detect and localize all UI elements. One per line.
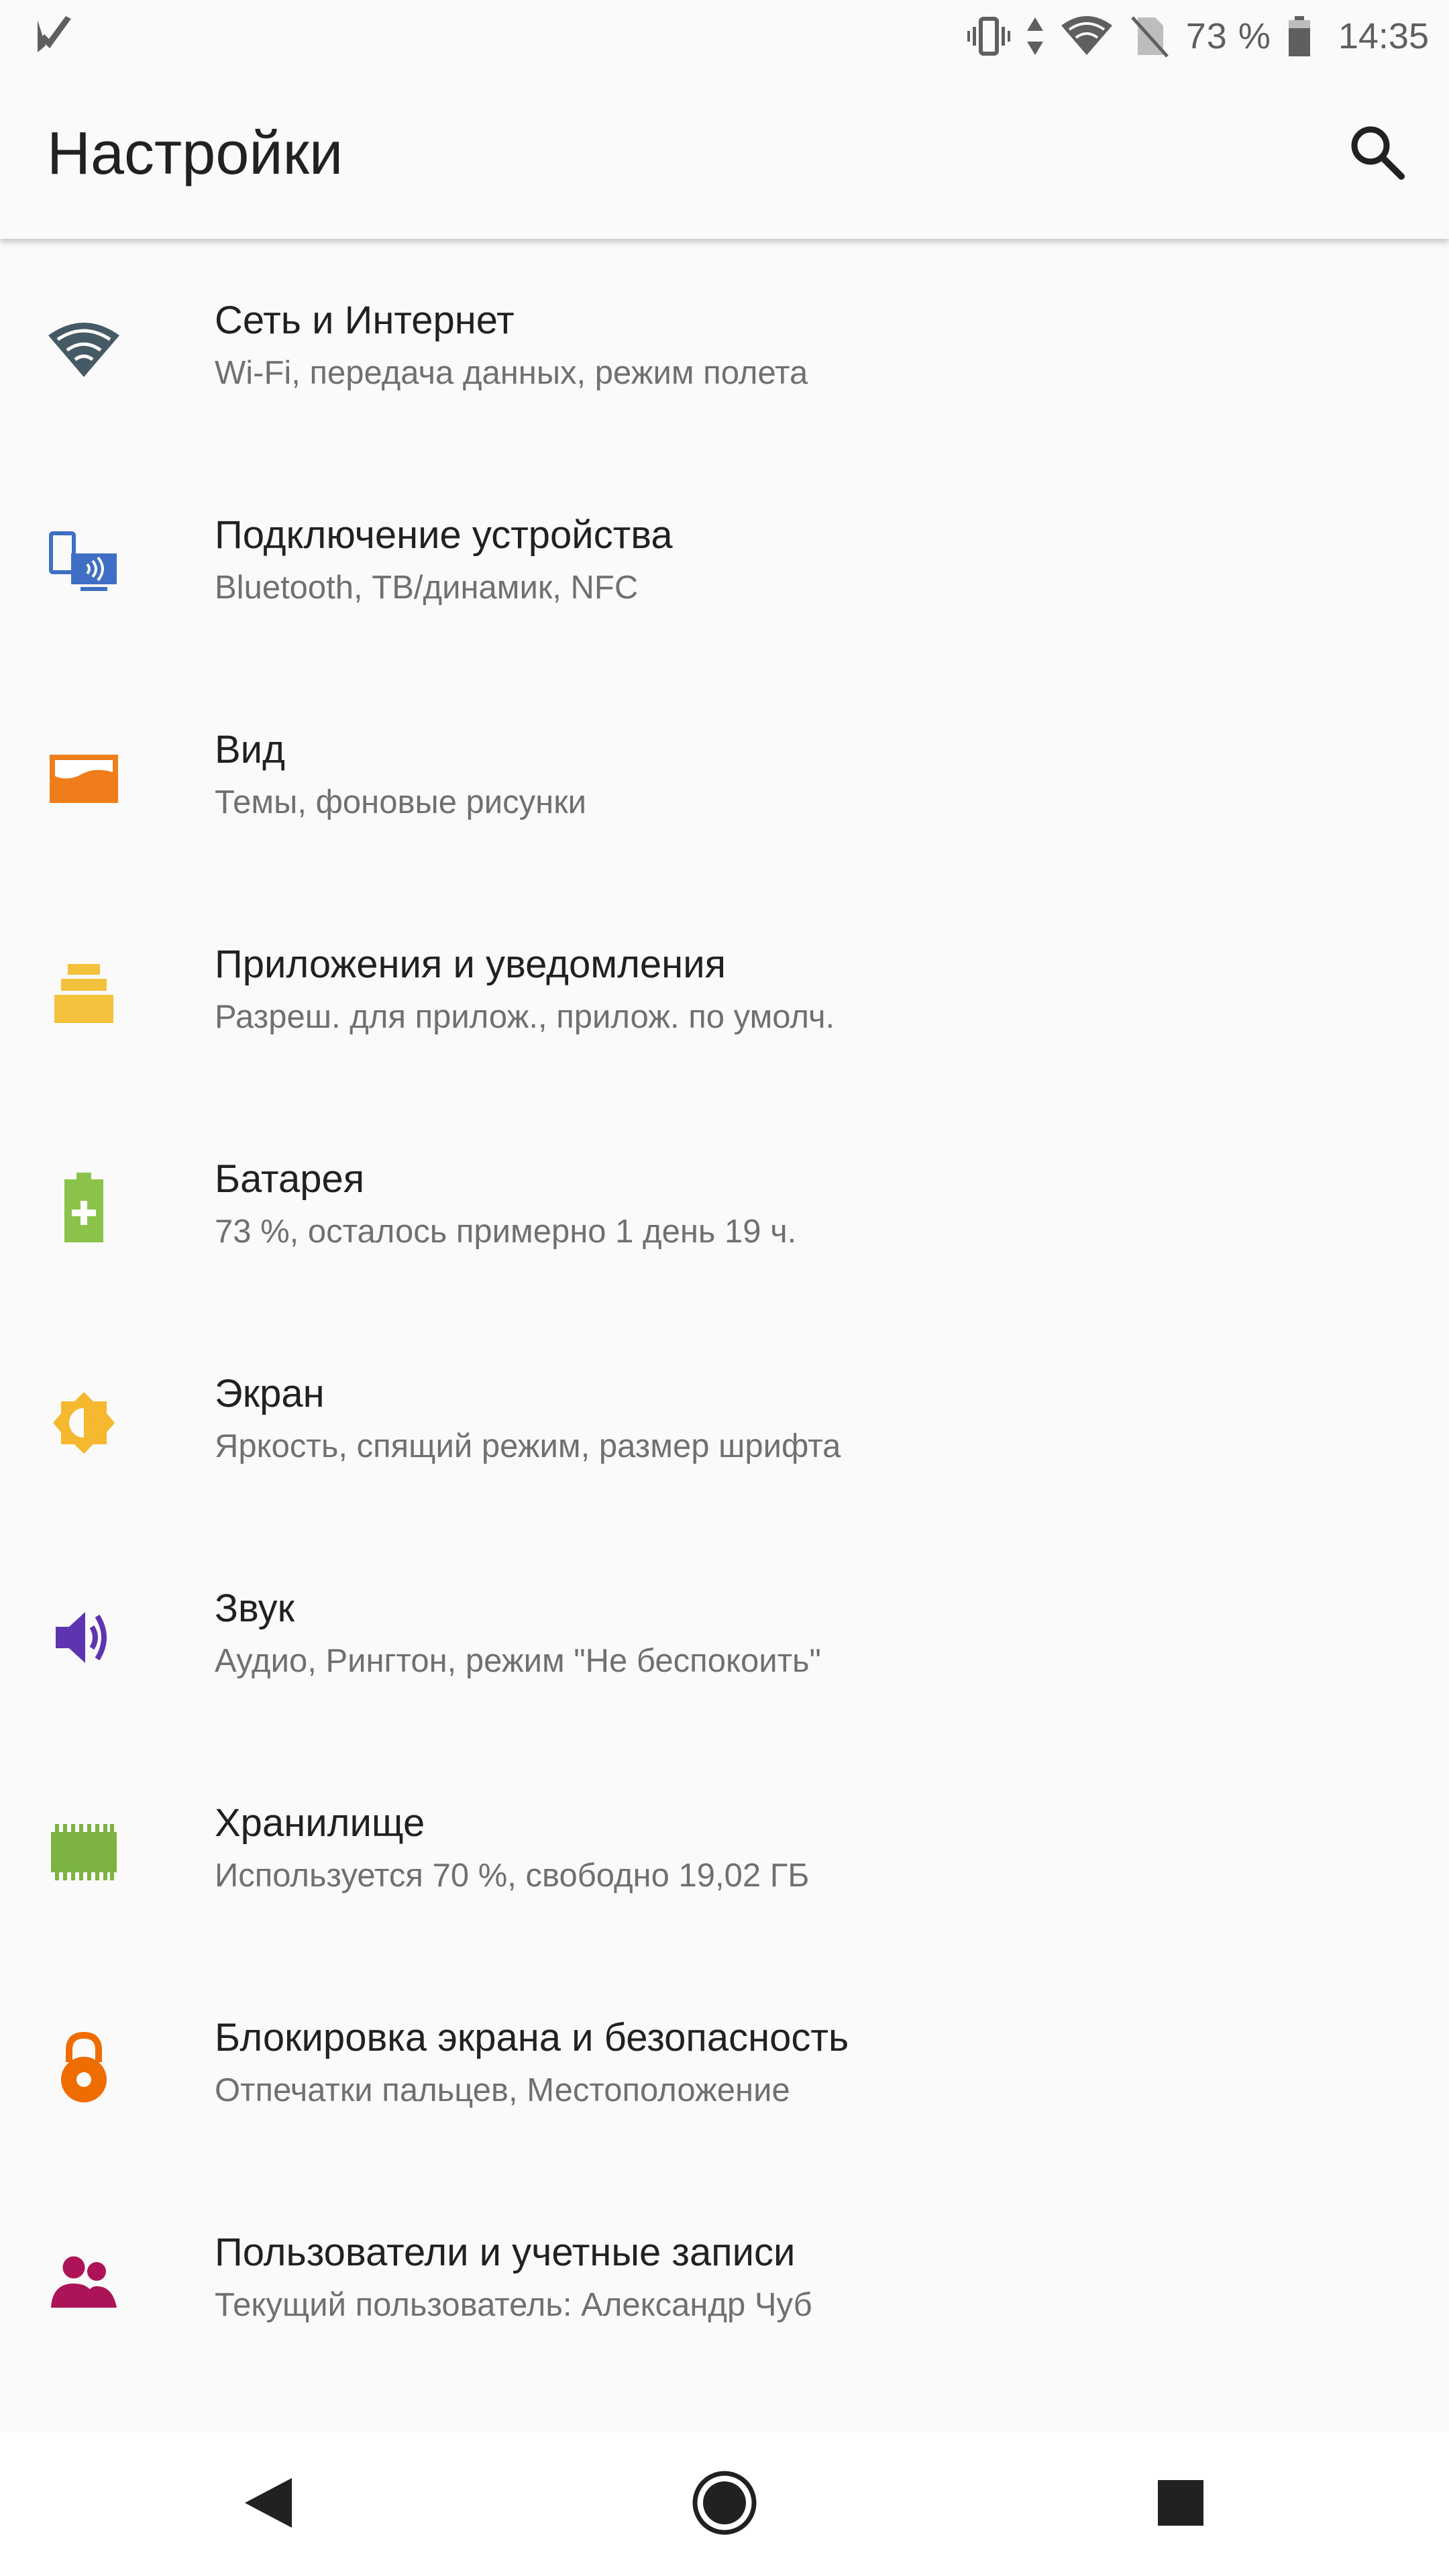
setting-display-style[interactable]: Вид Темы, фоновые рисунки	[0, 668, 1449, 883]
back-icon	[238, 2473, 299, 2536]
page-title: Настройки	[47, 120, 343, 187]
setting-title: Хранилище	[215, 1801, 425, 1845]
notification-app-icon	[32, 15, 75, 58]
recents-icon	[1154, 2476, 1208, 2533]
setting-title: Сеть и Интернет	[215, 299, 515, 342]
setting-subtitle: 73 %, осталось примерно 1 день 19 ч.	[215, 1214, 797, 1250]
battery-icon	[1286, 15, 1313, 58]
no-sim-icon	[1128, 15, 1171, 58]
setting-subtitle: Bluetooth, ТВ/динамик, NFC	[215, 570, 639, 606]
search-button[interactable]	[1336, 113, 1417, 193]
setting-connected-devices[interactable]: Подключение устройства Bluetooth, ТВ/дин…	[0, 453, 1449, 668]
setting-sound[interactable]: Звук Аудио, Рингтон, режим "Не беспокоит…	[0, 1527, 1449, 1741]
battery-percent: 73 %	[1185, 16, 1271, 56]
setting-title: Звук	[215, 1587, 294, 1630]
navigation-bar	[0, 2432, 1449, 2576]
status-icons: 73 % 14:35	[967, 0, 1429, 72]
setting-storage[interactable]: Хранилище Используется 70 %, свободно 19…	[0, 1741, 1449, 1956]
setting-subtitle: Темы, фоновые рисунки	[215, 784, 587, 820]
users-icon	[47, 2245, 121, 2318]
setting-title: Экран	[215, 1372, 325, 1415]
memory-chip-icon	[47, 1815, 121, 1889]
home-button[interactable]	[678, 2457, 771, 2551]
setting-title: Приложения и уведомления	[215, 943, 727, 986]
search-icon	[1346, 121, 1407, 185]
clock: 14:35	[1338, 16, 1429, 56]
lock-icon	[47, 2030, 121, 2104]
status-bar: 73 % 14:35	[0, 0, 1449, 72]
data-arrows-icon	[1025, 15, 1045, 58]
setting-subtitle: Текущий пользователь: Александр Чуб	[215, 2287, 812, 2323]
setting-title: Пользователи и учетные записи	[215, 2231, 796, 2274]
setting-network[interactable]: Сеть и Интернет Wi-Fi, передача данных, …	[0, 239, 1449, 453]
wifi-icon	[1060, 15, 1114, 58]
recents-button[interactable]	[1134, 2457, 1228, 2551]
setting-title: Батарея	[215, 1157, 365, 1201]
vibrate-icon	[967, 15, 1010, 58]
settings-list: Сеть и Интернет Wi-Fi, передача данных, …	[0, 239, 1449, 2385]
setting-subtitle: Разреш. для прилож., прилож. по умолч.	[215, 999, 835, 1035]
setting-subtitle: Отпечатки пальцев, Местоположение	[215, 2072, 790, 2108]
back-button[interactable]	[221, 2457, 315, 2551]
setting-subtitle: Используется 70 %, свободно 19,02 ГБ	[215, 1858, 810, 1894]
brightness-icon	[47, 1386, 121, 1460]
wifi-icon	[47, 313, 121, 386]
home-icon	[691, 2469, 758, 2540]
setting-users[interactable]: Пользователи и учетные записи Текущий по…	[0, 2171, 1449, 2385]
setting-subtitle: Яркость, спящий режим, размер шрифта	[215, 1428, 841, 1464]
app-bar: Настройки	[0, 72, 1449, 239]
setting-title: Вид	[215, 728, 285, 771]
setting-screen[interactable]: Экран Яркость, спящий режим, размер шриф…	[0, 1312, 1449, 1527]
setting-subtitle: Wi-Fi, передача данных, режим полета	[215, 355, 808, 391]
speaker-icon	[47, 1601, 121, 1674]
connected-devices-icon	[47, 527, 121, 601]
setting-apps[interactable]: Приложения и уведомления Разреш. для при…	[0, 883, 1449, 1097]
setting-title: Блокировка экрана и безопасность	[215, 2016, 849, 2059]
apps-stack-icon	[47, 957, 121, 1030]
setting-battery[interactable]: Батарея 73 %, осталось примерно 1 день 1…	[0, 1097, 1449, 1312]
battery-plus-icon	[47, 1171, 121, 1245]
setting-security[interactable]: Блокировка экрана и безопасность Отпечат…	[0, 1956, 1449, 2171]
setting-title: Подключение устройства	[215, 513, 673, 557]
setting-subtitle: Аудио, Рингтон, режим "Не беспокоить"	[215, 1643, 821, 1679]
wallpaper-icon	[47, 742, 121, 816]
